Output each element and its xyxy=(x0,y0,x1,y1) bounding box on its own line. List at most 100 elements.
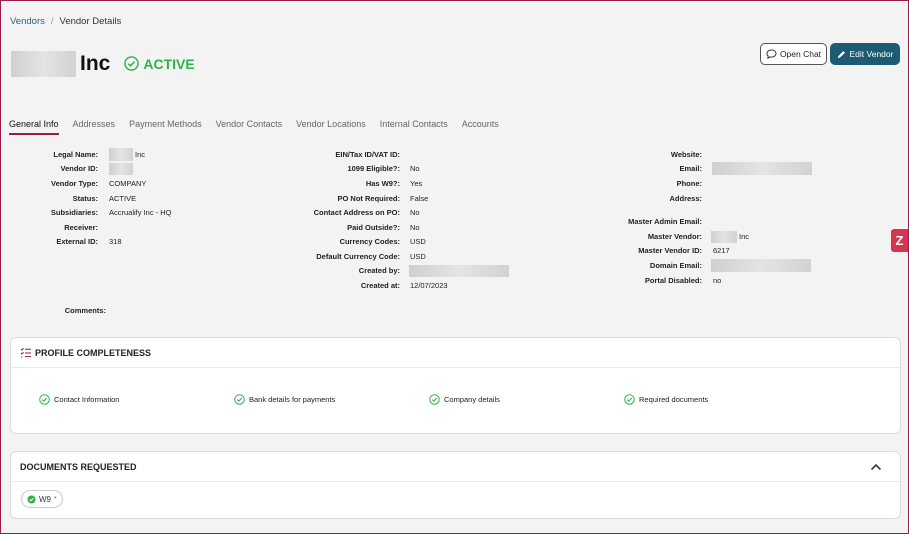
document-chip-w9[interactable]: W9 * xyxy=(21,490,63,508)
field-label: Email: xyxy=(679,164,702,173)
profile-item-label: Company details xyxy=(444,395,500,404)
vendor-name-suffix: Inc xyxy=(80,51,111,75)
field-label: Vendor Type: xyxy=(51,179,98,188)
redacted-value xyxy=(409,264,509,277)
field-portal-disabled: Portal Disabled: no xyxy=(561,275,721,286)
field-label: Receiver: xyxy=(64,223,98,232)
tab-general-info[interactable]: General Info xyxy=(9,119,59,135)
open-chat-label: Open Chat xyxy=(779,49,822,59)
check-circle-icon xyxy=(39,394,50,405)
field-value: COMPANY xyxy=(109,179,147,188)
edit-vendor-button[interactable]: Edit Vendor xyxy=(830,43,900,65)
chevron-up-icon[interactable] xyxy=(870,463,882,471)
field-label: Contact Address on PO: xyxy=(313,208,400,217)
field-master-vendor: Master Vendor: Inc xyxy=(561,230,750,243)
edit-vendor-label: Edit Vendor xyxy=(849,49,894,59)
profile-item-label: Bank details for payments xyxy=(249,395,336,404)
field-label: Master Vendor ID: xyxy=(638,246,702,255)
checklist-icon xyxy=(20,347,31,358)
field-label: Master Admin Email: xyxy=(628,217,702,226)
check-circle-icon xyxy=(429,394,440,405)
field-external-id: External ID: 318 xyxy=(1,236,121,247)
field-address: Address: xyxy=(561,193,702,204)
field-value: No xyxy=(410,223,420,232)
field-label: Currency Codes: xyxy=(339,237,400,246)
field-comments: Comments: xyxy=(1,305,106,316)
field-label: Status: xyxy=(72,194,98,203)
status-badge: ACTIVE xyxy=(124,55,195,72)
field-paid-outside: Paid Outside?: No xyxy=(251,222,420,233)
required-asterisk: * xyxy=(54,495,57,503)
field-label: Vendor ID: xyxy=(60,164,98,173)
field-value: Inc xyxy=(135,150,146,159)
redacted-value xyxy=(109,162,133,175)
help-widget-tab[interactable]: Z xyxy=(891,229,908,252)
status-text: ACTIVE xyxy=(143,55,195,72)
redacted-value xyxy=(711,230,737,243)
tab-bar: General Info Addresses Payment Methods V… xyxy=(9,119,513,135)
tab-addresses[interactable]: Addresses xyxy=(73,119,116,135)
redacted-value xyxy=(109,148,133,161)
field-value: ACTIVE xyxy=(109,194,137,203)
field-label: Phone: xyxy=(676,179,702,188)
field-value: No xyxy=(410,164,420,173)
check-circle-filled-icon xyxy=(27,494,36,504)
field-created-by: Created by: xyxy=(251,264,509,277)
field-subsidiaries: Subsidiaries: Accrualify Inc - HQ xyxy=(1,207,172,218)
field-vendor-id: Vendor ID: xyxy=(1,162,133,175)
profile-completeness-header: PROFILE COMPLETENESS xyxy=(11,338,900,368)
field-label: Paid Outside?: xyxy=(347,223,400,232)
field-default-currency-code: Default Currency Code: USD xyxy=(251,251,426,262)
breadcrumb-current: Vendor Details xyxy=(59,16,122,27)
field-currency-codes: Currency Codes: USD xyxy=(251,236,426,247)
comments-label: Comments: xyxy=(64,306,106,315)
field-label: Default Currency Code: xyxy=(316,252,400,261)
field-value: USD xyxy=(410,237,426,246)
tab-internal-contacts[interactable]: Internal Contacts xyxy=(380,119,448,135)
field-label: Has W9?: xyxy=(365,179,400,188)
field-value: No xyxy=(410,208,420,217)
field-vendor-type: Vendor Type: COMPANY xyxy=(1,178,146,189)
page-title: Inc ACTIVE xyxy=(11,50,195,77)
field-value: Inc xyxy=(739,232,750,241)
field-master-admin-email: Master Admin Email: xyxy=(561,216,702,227)
field-email: Email: xyxy=(561,162,812,175)
pencil-icon xyxy=(837,50,845,58)
field-value: False xyxy=(410,194,429,203)
field-value: 6217 xyxy=(713,246,730,255)
field-label: PO Not Required: xyxy=(337,194,400,203)
field-label: 1099 Eligible?: xyxy=(347,164,400,173)
documents-requested-header: DOCUMENTS REQUESTED xyxy=(11,452,900,482)
field-value: Accrualify Inc - HQ xyxy=(109,208,172,217)
redacted-value xyxy=(712,162,812,175)
field-label: Portal Disabled: xyxy=(644,276,702,285)
field-value: Yes xyxy=(410,179,423,188)
chat-bubble-icon xyxy=(766,49,777,59)
check-circle-icon xyxy=(234,394,245,405)
field-label: EIN/Tax ID/VAT ID: xyxy=(335,150,400,159)
redacted-vendor-name xyxy=(11,50,76,77)
tab-payment-methods[interactable]: Payment Methods xyxy=(129,119,202,135)
tab-accounts[interactable]: Accounts xyxy=(462,119,499,135)
field-label: External ID: xyxy=(56,237,98,246)
open-chat-button[interactable]: Open Chat xyxy=(760,43,827,65)
field-master-vendor-id: Master Vendor ID: 6217 xyxy=(561,245,730,256)
field-value: USD xyxy=(410,252,426,261)
field-label: Created at: xyxy=(360,281,400,290)
breadcrumb-vendors-link[interactable]: Vendors xyxy=(10,16,45,27)
profile-item: Required documents xyxy=(624,394,708,405)
tab-vendor-contacts[interactable]: Vendor Contacts xyxy=(216,119,283,135)
redacted-value xyxy=(711,259,811,272)
field-label: Address: xyxy=(669,194,702,203)
field-label: Website: xyxy=(670,150,702,159)
profile-item-label: Required documents xyxy=(639,395,709,404)
profile-item: Company details xyxy=(429,394,500,405)
field-label: Created by: xyxy=(358,266,400,275)
check-circle-icon xyxy=(124,56,140,71)
tab-vendor-locations[interactable]: Vendor Locations xyxy=(296,119,366,135)
profile-item: Contact Information xyxy=(39,394,119,405)
field-label: Domain Email: xyxy=(649,261,702,270)
check-circle-icon xyxy=(624,394,635,405)
field-status: Status: ACTIVE xyxy=(1,193,137,204)
field-label: Legal Name: xyxy=(53,150,98,159)
